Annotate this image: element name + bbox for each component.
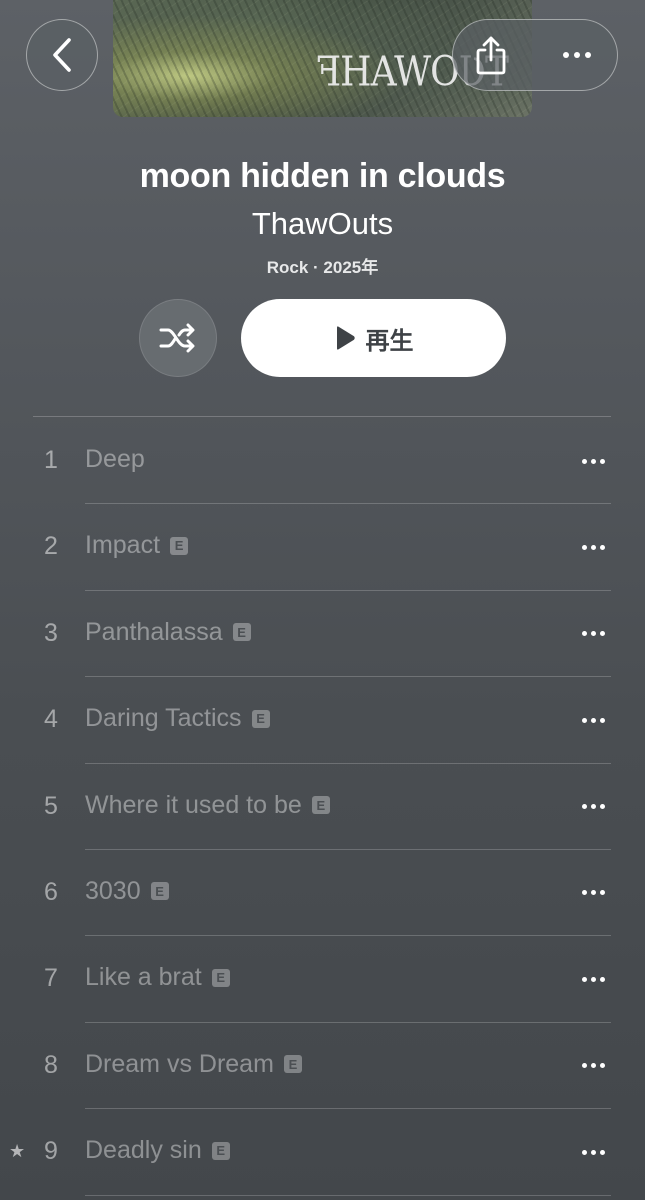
play-label: 再生 <box>365 327 414 355</box>
track-more-button[interactable] <box>571 450 615 472</box>
track-number: 8 <box>44 1050 58 1079</box>
track-number: 4 <box>44 705 58 734</box>
track-row[interactable]: ★ 9 Deadly sin E <box>0 1109 645 1196</box>
ellipsis-icon <box>581 631 605 637</box>
ellipsis-icon <box>581 1063 605 1069</box>
track-number: 5 <box>44 791 58 820</box>
track-title-group: Panthalassa E <box>85 618 251 647</box>
track-title: Where it used to be <box>85 790 302 819</box>
track-row[interactable]: 2 Impact E <box>0 504 645 591</box>
tracklist-top-divider <box>33 416 611 417</box>
track-number: 2 <box>44 532 58 561</box>
artist-name[interactable]: ThawOuts <box>0 206 645 242</box>
track-number: 9 <box>44 1137 58 1166</box>
track-more-button[interactable] <box>571 968 615 990</box>
album-title: moon hidden in clouds <box>139 157 506 195</box>
track-title: 3030 <box>85 876 141 905</box>
track-number: 7 <box>44 964 58 993</box>
shuffle-button[interactable] <box>139 299 217 377</box>
track-more-button[interactable] <box>571 1141 615 1163</box>
header-action-group <box>452 19 618 91</box>
track-title-group: Impact E <box>85 531 189 560</box>
explicit-badge: E <box>170 536 189 555</box>
track-more-button[interactable] <box>571 1055 615 1077</box>
explicit-badge: E <box>150 882 169 901</box>
explicit-badge: E <box>211 1141 230 1160</box>
explicit-badge: E <box>211 968 230 987</box>
ellipsis-icon <box>581 458 605 464</box>
ellipsis-icon <box>581 1149 605 1155</box>
track-title: Daring Tactics <box>85 704 242 733</box>
track-divider <box>85 1194 611 1196</box>
track-title: Like a brat <box>85 963 202 992</box>
track-list: 1 Deep 2 Impact E 3 Panthalassa E 4 Daring Tactic… <box>0 418 645 1196</box>
ellipsis-icon <box>581 804 605 810</box>
track-title: Panthalassa <box>85 617 223 646</box>
ellipsis-icon <box>581 890 605 896</box>
track-row[interactable]: 7 Like a brat E <box>0 936 645 1023</box>
track-more-button[interactable] <box>571 882 615 904</box>
track-row[interactable]: 5 Where it used to be E <box>0 764 645 850</box>
album-meta: Rock · 2025年 <box>266 258 379 277</box>
more-options-button[interactable] <box>537 20 617 90</box>
shuffle-icon <box>159 323 195 353</box>
explicit-badge: E <box>283 1055 302 1074</box>
track-more-button[interactable] <box>571 536 615 558</box>
ellipsis-icon <box>581 976 605 982</box>
track-title: Deep <box>85 445 145 473</box>
track-row[interactable]: 6 3030 E <box>0 850 645 937</box>
track-title-group: 3030 E <box>85 877 169 906</box>
ellipsis-icon <box>563 52 591 58</box>
track-title-group: Where it used to be E <box>85 791 330 820</box>
track-more-button[interactable] <box>571 623 615 645</box>
back-button[interactable] <box>26 19 98 91</box>
explicit-badge: E <box>251 709 270 728</box>
track-title: Deadly sin <box>85 1136 202 1165</box>
track-more-button[interactable] <box>571 709 615 731</box>
favorite-star-icon: ★ <box>9 1141 26 1162</box>
share-button[interactable] <box>453 20 529 90</box>
track-row[interactable]: 1 Deep <box>0 418 645 505</box>
explicit-badge: E <box>311 796 330 815</box>
track-row[interactable]: 3 Panthalassa E <box>0 591 645 678</box>
track-title: Impact <box>85 531 161 560</box>
track-number: 3 <box>44 618 58 647</box>
track-number: 1 <box>44 446 58 474</box>
play-icon <box>336 326 355 350</box>
ellipsis-icon <box>581 544 605 550</box>
track-title-group: Dream vs Dream E <box>85 1050 302 1079</box>
track-title: Dream vs Dream <box>85 1049 274 1078</box>
explicit-badge: E <box>232 623 251 642</box>
track-title-group: Like a brat E <box>85 963 230 992</box>
track-row[interactable]: 4 Daring Tactics E <box>0 677 645 764</box>
ellipsis-icon <box>581 717 605 723</box>
track-title-group: Deadly sin E <box>85 1136 230 1165</box>
track-title-group: Daring Tactics E <box>85 704 270 733</box>
track-number: 6 <box>44 877 58 906</box>
track-row[interactable]: 8 Dream vs Dream E <box>0 1023 645 1110</box>
play-button[interactable]: 再生 <box>241 299 506 377</box>
track-more-button[interactable] <box>571 796 615 818</box>
chevron-left-icon <box>53 38 71 72</box>
share-icon <box>476 36 506 75</box>
track-title-group: Deep <box>85 445 145 474</box>
